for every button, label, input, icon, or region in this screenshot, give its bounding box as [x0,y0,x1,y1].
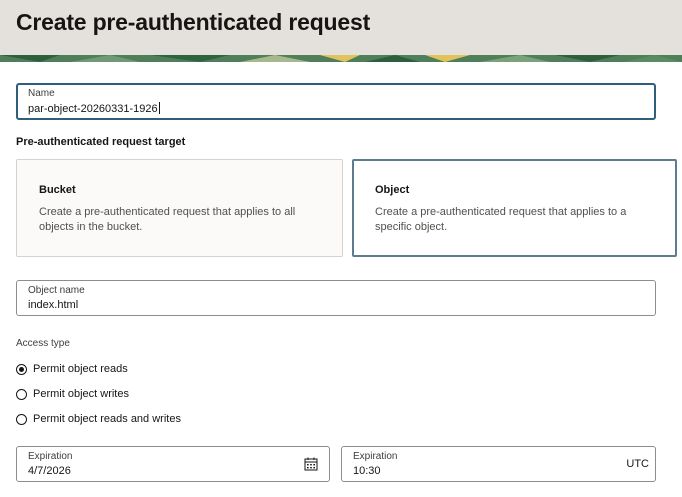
expiration-date-field[interactable]: Expiration 4/7/2026 [16,446,330,482]
object-name-field-label: Object name [28,285,85,296]
target-card-bucket-description: Create a pre-authenticated request that … [39,206,296,233]
object-name-field[interactable]: Object name index.html [16,280,656,316]
page-title: Create pre-authenticated request [16,9,371,35]
radio-permit-writes-label: Permit object writes [33,388,129,400]
target-card-bucket[interactable]: Bucket Create a pre-authenticated reques… [16,159,343,257]
expiration-date-label: Expiration [28,451,73,462]
target-card-object[interactable]: Object Create a pre-authenticated reques… [352,159,677,257]
timezone-label: UTC [626,458,649,470]
target-card-object-title: Object [375,184,410,196]
target-card-object-description: Create a pre-authenticated request that … [375,206,627,233]
radio-permit-reads[interactable]: Permit object reads [16,361,128,377]
access-type-label: Access type [16,338,70,349]
target-card-bucket-title: Bucket [39,184,76,196]
expiration-time-value[interactable]: 10:30 [353,465,381,477]
name-field[interactable]: Name par-object-20260331-1926 [16,83,656,120]
page-header: Create pre-authenticated request [0,0,682,55]
radio-button[interactable] [16,413,27,425]
radio-permit-reads-writes[interactable]: Permit object reads and writes [16,411,181,427]
name-field-value[interactable]: par-object-20260331-1926 [28,102,160,115]
radio-permit-writes[interactable]: Permit object writes [16,386,129,402]
expiration-date-value[interactable]: 4/7/2026 [28,465,71,477]
expiration-time-field[interactable]: Expiration 10:30 UTC [341,446,656,482]
object-name-field-value[interactable]: index.html [28,299,78,311]
text-caret [158,102,160,114]
radio-permit-reads-writes-label: Permit object reads and writes [33,413,181,425]
radio-button[interactable] [16,388,27,400]
radio-button-checked[interactable] [16,363,27,375]
radio-permit-reads-label: Permit object reads [33,363,128,375]
expiration-time-label: Expiration [353,451,398,462]
name-field-label: Name [28,88,55,99]
calendar-icon[interactable] [304,457,318,471]
decorative-banner [0,55,682,62]
target-section-title: Pre-authenticated request target [16,136,186,148]
